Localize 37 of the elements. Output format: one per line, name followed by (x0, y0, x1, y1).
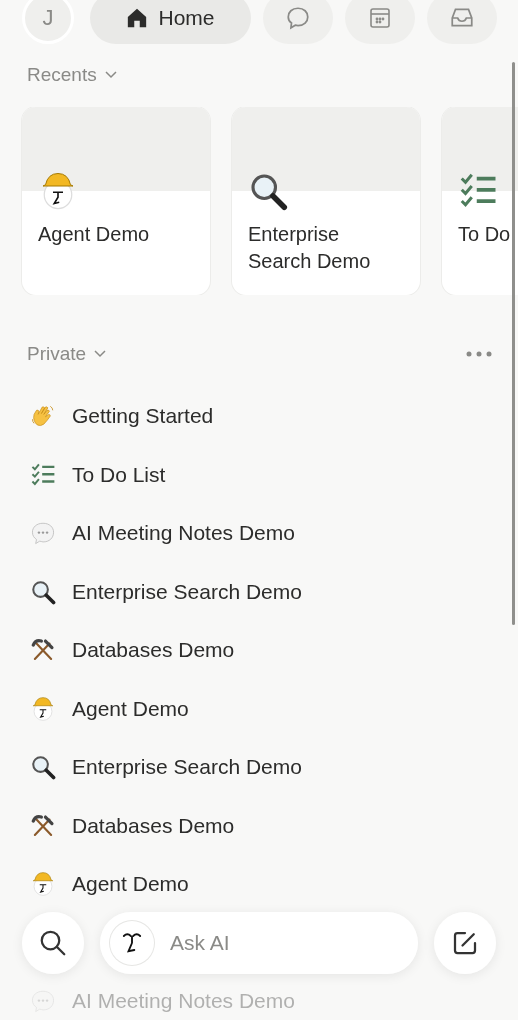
card-title: Enterprise Search Demo (247, 222, 372, 274)
home-tab[interactable]: Home (90, 0, 251, 44)
calendar-tab[interactable] (345, 0, 415, 44)
checklist-icon (30, 461, 56, 488)
speech-bubble-icon (30, 988, 56, 1015)
calendar-icon (368, 6, 392, 30)
card-title: Agent Demo (37, 222, 151, 247)
page-card[interactable]: Agent Demo (22, 107, 210, 295)
speech-bubble-icon (285, 5, 311, 31)
avatar-helmet-icon (30, 871, 56, 898)
page-card[interactable]: Enterprise Search Demo (232, 107, 420, 295)
page-title[interactable]: Databases Demo (72, 813, 235, 838)
magnifier-icon (30, 578, 56, 605)
chevron-down-icon (94, 350, 107, 358)
ai-face-icon (110, 921, 154, 965)
magnifier-icon (30, 754, 56, 781)
page-title[interactable]: Enterprise Search Demo (72, 755, 302, 780)
inbox-tab[interactable] (427, 0, 497, 44)
hammer-pick-icon (30, 812, 56, 839)
home-icon (126, 7, 149, 29)
more-icon[interactable] (466, 351, 492, 357)
search-icon (38, 928, 68, 958)
page-title[interactable]: To Do List (72, 462, 166, 487)
page-title[interactable]: Databases Demo (72, 638, 235, 663)
magnifier-icon (248, 171, 288, 211)
avatar-helmet-icon (30, 695, 56, 722)
speech-bubble-icon (30, 520, 56, 547)
page-title[interactable]: Agent Demo (72, 696, 189, 721)
page-title[interactable]: Getting Started (72, 404, 214, 429)
page-card[interactable]: To Do (442, 107, 518, 295)
page-title[interactable]: Agent Demo (72, 872, 189, 897)
page-title[interactable]: Enterprise Search Demo (72, 579, 302, 604)
chevron-down-icon (104, 71, 117, 79)
page-title[interactable]: AI Meeting Notes Demo (72, 521, 295, 546)
chat-tab[interactable] (263, 0, 333, 44)
ask-ai-input[interactable]: Ask AI (168, 930, 322, 956)
card-title: To Do (457, 222, 512, 247)
